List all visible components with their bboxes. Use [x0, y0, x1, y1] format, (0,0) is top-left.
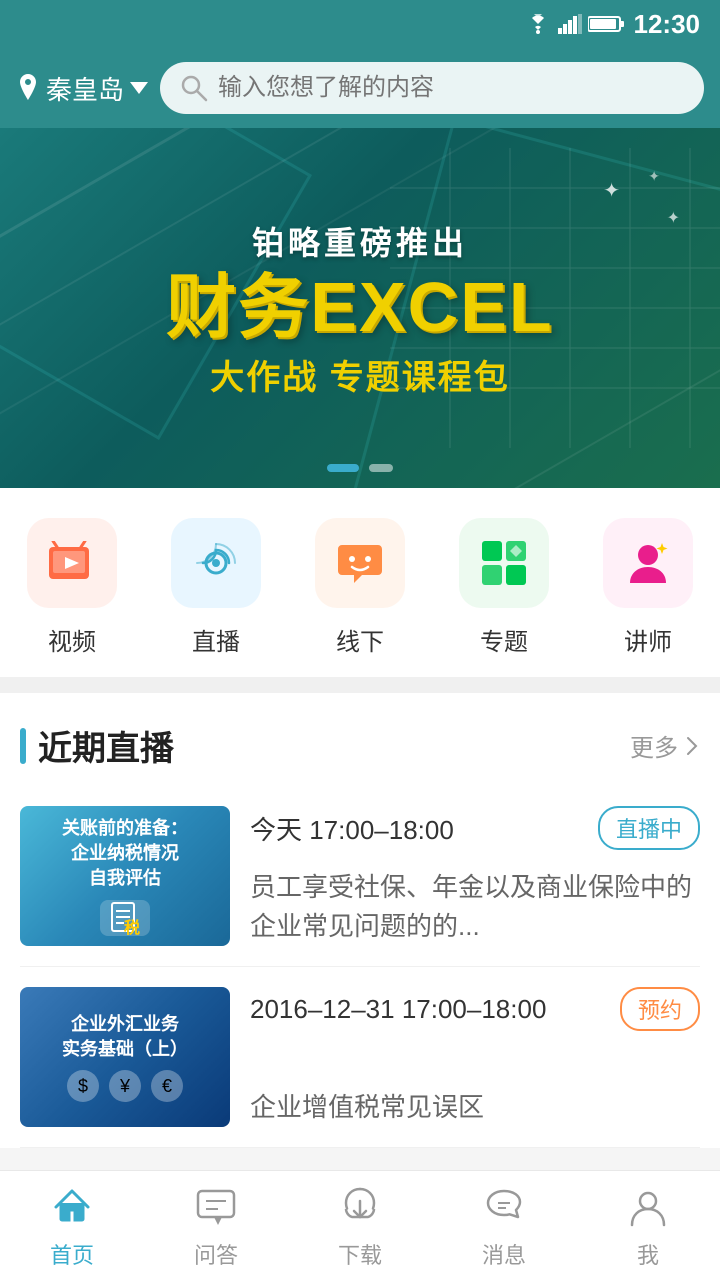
teacher-icon-container	[603, 518, 693, 608]
live-time-1: 今天 17:00–18:00	[250, 810, 454, 847]
chevron-down-icon	[130, 82, 148, 94]
qa-svg	[194, 1185, 238, 1229]
me-svg	[626, 1185, 670, 1229]
nav-me-label: 我	[637, 1238, 659, 1270]
live-info-2: 2016–12–31 17:00–18:00 预约 企业增值税常见误区	[250, 987, 700, 1127]
status-bar: 12:30	[0, 0, 720, 48]
live-section: 近期直播 更多 关账前的准备：企业纳税情况自我评估 税	[0, 693, 720, 1148]
category-live-label: 直播	[192, 622, 240, 657]
qa-icon	[191, 1182, 241, 1232]
section-header: 近期直播 更多	[20, 693, 700, 786]
live-thumb-1: 关账前的准备：企业纳税情况自我评估 税	[20, 806, 230, 946]
thumb-icon-yen: €	[151, 1070, 183, 1102]
thumb-icon-usd: $	[67, 1070, 99, 1102]
thumb-2-icons: $ ¥ €	[67, 1070, 183, 1102]
nav-qa[interactable]: 问答	[191, 1182, 241, 1270]
category-offline-label: 线下	[336, 622, 384, 657]
wifi-icon	[524, 14, 552, 34]
category-video[interactable]: 视频	[27, 518, 117, 657]
banner-dots	[327, 464, 393, 472]
thumb-1-text: 关账前的准备：企业纳税情况自我评估	[62, 816, 188, 892]
bottom-nav: 首页 问答 下载	[0, 1170, 720, 1280]
tax-icon: 税	[108, 901, 142, 935]
live-thumb-2: 企业外汇业务实务基础（上） $ ¥ €	[20, 987, 230, 1127]
category-teacher[interactable]: 讲师	[603, 518, 693, 657]
category-topic-label: 专题	[480, 622, 528, 657]
location-icon	[16, 74, 40, 102]
nav-download-label: 下载	[338, 1238, 382, 1270]
category-live[interactable]: 直播	[171, 518, 261, 657]
download-svg	[338, 1185, 382, 1229]
live-badge-2[interactable]: 预约	[620, 987, 700, 1031]
section-divider-1	[0, 677, 720, 693]
live-meta-1: 今天 17:00–18:00 直播中	[250, 806, 700, 850]
thumb-2-text: 企业外汇业务实务基础（上）	[62, 1012, 188, 1062]
category-teacher-label: 讲师	[624, 622, 672, 657]
live-icon	[189, 536, 243, 590]
live-meta-2: 2016–12–31 17:00–18:00 预约	[250, 987, 700, 1031]
nav-home[interactable]: 首页	[47, 1182, 97, 1270]
live-desc-1: 员工享受社保、年金以及商业保险中的企业常见问题的的...	[250, 868, 700, 946]
status-time: 12:30	[634, 9, 701, 40]
live-item-1[interactable]: 关账前的准备：企业纳税情况自我评估 税 今天 17:00–18:00 直播中 员…	[20, 786, 700, 967]
search-input[interactable]	[218, 74, 684, 102]
banner[interactable]: ✦ ✦ ✦ 铂略重磅推出 财务EXCEL 大作战 专题课程包	[0, 128, 720, 488]
topic-icon-container	[459, 518, 549, 608]
video-icon-container	[27, 518, 117, 608]
home-icon	[47, 1182, 97, 1232]
video-icon	[47, 541, 97, 585]
search-icon	[180, 74, 208, 102]
home-svg	[50, 1185, 94, 1229]
nav-home-label: 首页	[50, 1238, 94, 1270]
banner-content: 铂略重磅推出 财务EXCEL 大作战 专题课程包	[166, 218, 553, 399]
live-item-2[interactable]: 企业外汇业务实务基础（上） $ ¥ € 2016–12–31 17:00–18:…	[20, 967, 700, 1148]
download-icon	[335, 1182, 385, 1232]
banner-subtitle: 铂略重磅推出	[166, 218, 553, 264]
banner-title: 财务EXCEL	[166, 272, 553, 342]
category-topic[interactable]: 专题	[459, 518, 549, 657]
offline-icon	[334, 537, 386, 589]
message-svg	[482, 1185, 526, 1229]
section-title: 近期直播	[20, 721, 174, 770]
nav-qa-label: 问答	[194, 1238, 238, 1270]
nav-message-label: 消息	[482, 1238, 526, 1270]
banner-dot-2[interactable]	[369, 464, 393, 472]
location-text: 秦皇岛	[46, 70, 124, 107]
live-icon-container	[171, 518, 261, 608]
top-bar: 秦皇岛	[0, 48, 720, 128]
nav-me[interactable]: 我	[623, 1182, 673, 1270]
signal-icon	[558, 14, 582, 34]
location-button[interactable]: 秦皇岛	[16, 70, 148, 107]
teacher-icon	[622, 537, 674, 589]
section-title-text: 近期直播	[38, 721, 174, 770]
title-bar-decoration	[20, 728, 26, 764]
message-icon	[479, 1182, 529, 1232]
thumb-icon-cny: ¥	[109, 1070, 141, 1102]
me-icon	[623, 1182, 673, 1232]
banner-dot-1[interactable]	[327, 464, 359, 472]
chevron-right-icon	[684, 734, 700, 758]
categories: 视频 直播 线下	[0, 488, 720, 677]
category-video-label: 视频	[48, 622, 96, 657]
live-time-2: 2016–12–31 17:00–18:00	[250, 994, 546, 1025]
more-button[interactable]: 更多	[630, 728, 700, 763]
banner-desc: 大作战 专题课程包	[166, 350, 553, 399]
nav-message[interactable]: 消息	[479, 1182, 529, 1270]
battery-icon	[588, 15, 624, 33]
live-info-1: 今天 17:00–18:00 直播中 员工享受社保、年金以及商业保险中的企业常见…	[250, 806, 700, 946]
topic-icon	[478, 537, 530, 589]
status-icons	[524, 14, 624, 34]
live-badge-1[interactable]: 直播中	[598, 806, 700, 850]
nav-download[interactable]: 下载	[335, 1182, 385, 1270]
svg-text:税: 税	[124, 918, 140, 935]
offline-icon-container	[315, 518, 405, 608]
thumb-1-icon: 税	[100, 900, 150, 936]
search-bar[interactable]	[160, 62, 704, 114]
category-offline[interactable]: 线下	[315, 518, 405, 657]
live-desc-2: 企业增值税常见误区	[250, 1088, 700, 1127]
more-label: 更多	[630, 728, 678, 763]
